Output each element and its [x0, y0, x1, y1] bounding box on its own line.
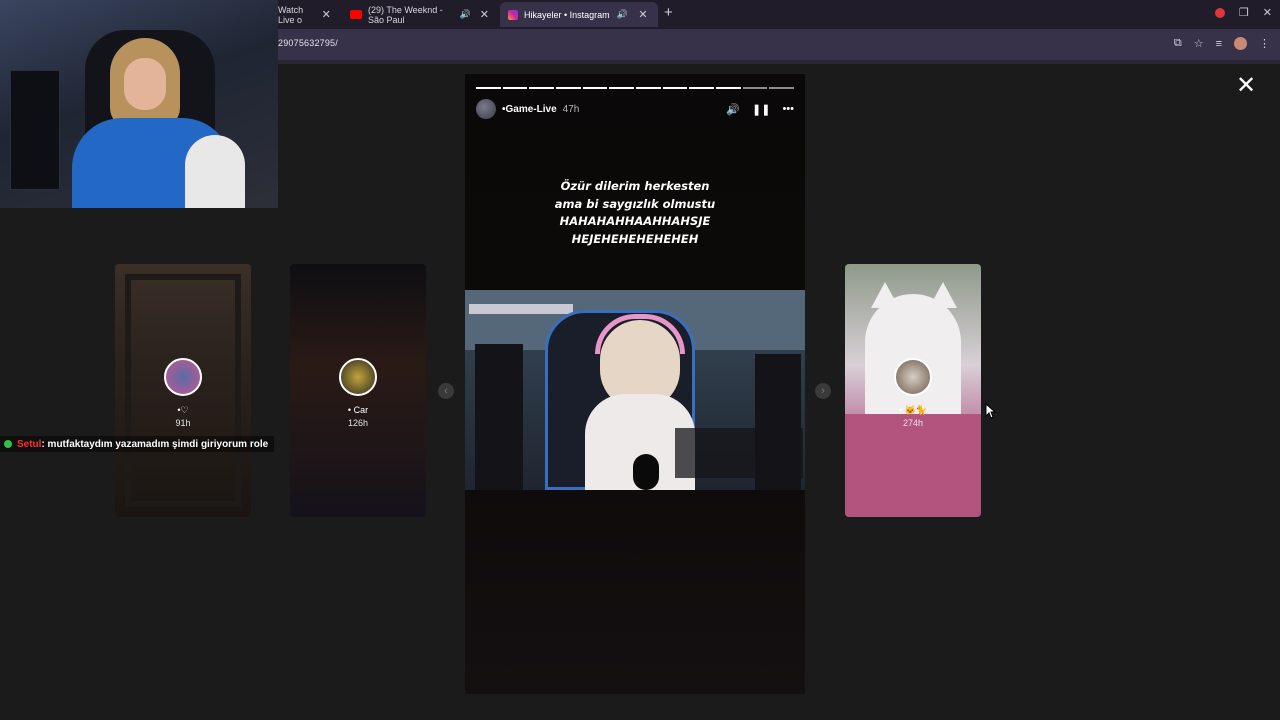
progress-segment	[582, 87, 608, 89]
story-controls: 🔊 ❚❚ •••	[726, 103, 794, 116]
stream-chat-message: Setul : mutfaktaydım yazamadım şimdi gir…	[0, 436, 275, 452]
url-text[interactable]: 29075632795/	[278, 38, 338, 48]
story-card-1[interactable]: •♡ 91h	[115, 264, 251, 517]
close-icon[interactable]: ✕	[321, 8, 333, 21]
window-close-icon[interactable]: ✕	[1263, 6, 1272, 19]
volume-icon[interactable]: 🔊	[726, 103, 740, 116]
record-indicator-icon	[1214, 7, 1225, 18]
chat-text: : mutfaktaydım yazamadım şimdi giriyorum…	[41, 438, 269, 450]
media-queue-icon[interactable]: ≡	[1216, 38, 1222, 50]
speaker-icon[interactable]: 🔊	[460, 9, 479, 20]
progress-segment	[556, 87, 581, 89]
bookmark-star-icon[interactable]: ☆	[1194, 37, 1204, 50]
install-app-icon[interactable]: ⧉	[1174, 37, 1182, 50]
progress-segment	[742, 87, 768, 89]
story-progress-bar	[476, 87, 795, 89]
progress-segment	[636, 87, 661, 89]
mouse-cursor-icon	[985, 403, 997, 419]
caption-line: HAHAHAHHAAHHAHSJE	[559, 214, 711, 228]
close-viewer-button[interactable]: ✕	[1234, 74, 1258, 98]
instagram-icon	[508, 9, 518, 20]
story-author-avatar[interactable]	[476, 99, 496, 119]
progress-segment	[529, 87, 555, 89]
story-avatar	[164, 358, 202, 396]
youtube-icon	[350, 10, 362, 19]
story-username[interactable]: •Game-Live	[502, 104, 557, 115]
story-time: 47h	[562, 103, 580, 115]
progress-segment	[609, 87, 635, 89]
story-card-2[interactable]: • Car 126h	[290, 264, 426, 517]
tab-youtube[interactable]: (29) The Weeknd - São Paul 🔊 ✕	[342, 2, 498, 27]
story-media-image	[465, 290, 805, 490]
speaker-icon[interactable]: 🔊	[617, 9, 636, 20]
story-avatar	[339, 358, 377, 396]
caption-line: ama bi saygızlık olmustu	[554, 196, 716, 211]
story-caption: Özür dilerim herkesten ama bi saygızlık …	[465, 178, 805, 248]
toolbar-icons: ⧉ ☆ ≡ ⋮	[1174, 37, 1270, 50]
tab-title: Watch Live o	[278, 4, 304, 25]
card-username: •♡	[177, 405, 189, 415]
progress-segment	[476, 87, 501, 89]
progress-segment	[769, 87, 795, 89]
pause-icon[interactable]: ❚❚	[752, 103, 770, 116]
caption-line: Özür dilerim herkesten	[560, 179, 710, 193]
chat-username: Setul	[17, 438, 42, 450]
story-avatar	[894, 358, 932, 396]
new-tab-button[interactable]: +	[664, 4, 673, 21]
story-card-3[interactable]: • 🐱🐈 274h	[845, 264, 981, 517]
progress-segment	[662, 87, 688, 89]
close-icon[interactable]: ✕	[636, 8, 650, 21]
close-icon[interactable]: ✕	[479, 8, 490, 21]
card-username: • 🐱🐈	[898, 405, 928, 415]
window-controls: ❐ ✕	[1214, 6, 1272, 19]
progress-segment	[689, 87, 715, 89]
webcam-overlay	[0, 0, 278, 208]
tab-instagram[interactable]: Hikayeler • Instagram 🔊 ✕	[500, 2, 658, 27]
prev-story-button[interactable]: ‹	[438, 383, 454, 399]
next-story-button[interactable]: ›	[815, 383, 831, 399]
tab-title: Hikayeler • Instagram	[524, 9, 610, 20]
more-options-icon[interactable]: •••	[782, 103, 794, 115]
card-time: 91h	[175, 418, 191, 428]
chat-badge-icon	[4, 440, 12, 448]
card-time: 274h	[902, 418, 924, 428]
active-story[interactable]: •Game-Live 47h 🔊 ❚❚ ••• Özür dilerim her…	[465, 74, 805, 694]
restore-icon[interactable]: ❐	[1239, 6, 1249, 19]
tab-twitch[interactable]: Watch Live o ✕	[270, 2, 340, 27]
progress-segment	[502, 87, 528, 89]
card-time: 126h	[347, 418, 369, 428]
tab-title: (29) The Weeknd - São Paul	[368, 4, 443, 25]
caption-line: HEJEHEHEHEHEHEH	[571, 231, 699, 246]
progress-segment	[716, 87, 741, 89]
story-header: •Game-Live 47h 🔊 ❚❚ •••	[476, 98, 794, 120]
menu-kebab-icon[interactable]: ⋮	[1259, 37, 1270, 50]
card-username: • Car	[347, 405, 369, 415]
profile-avatar[interactable]	[1234, 37, 1247, 50]
